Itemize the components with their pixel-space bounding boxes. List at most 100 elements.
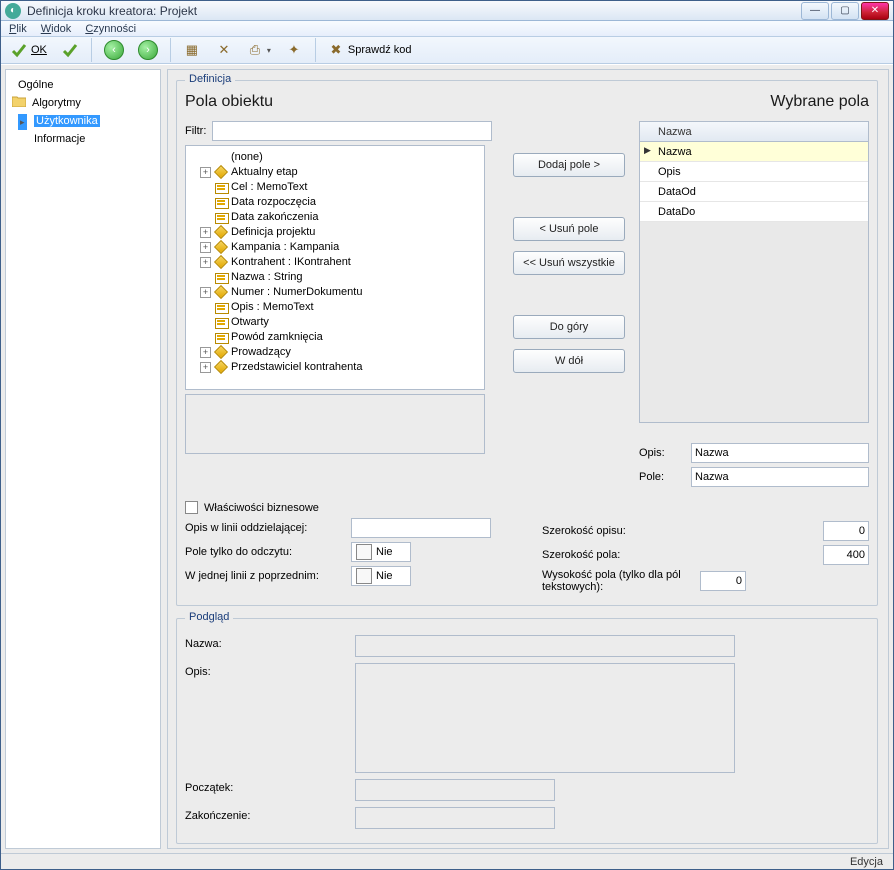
selected-row[interactable]: Opis <box>640 162 868 182</box>
definicja-fieldset: Definicja Pola obiektu Filtr: (none)+Akt… <box>176 80 878 606</box>
same-line-value: Nie <box>376 570 393 582</box>
menu-file[interactable]: Plik <box>9 23 27 35</box>
tree-node[interactable]: Opis : MemoText <box>188 300 482 315</box>
pole-input[interactable] <box>691 467 869 487</box>
nav-forward-button[interactable]: › <box>134 37 162 63</box>
diamond-icon <box>215 257 229 269</box>
diamond-icon <box>215 167 229 179</box>
status-mode: Edycja <box>850 856 883 868</box>
tree-node[interactable]: + Numer : NumerDokumentu <box>188 285 482 300</box>
selected-fields-table[interactable]: Nazwa NazwaOpisDataOdDataDo <box>639 121 869 423</box>
checkbox-icon <box>185 501 198 514</box>
tree-node[interactable]: +Kontrahent : IKontrahent <box>188 255 482 270</box>
blank-icon <box>215 152 229 164</box>
selected-header[interactable]: Nazwa <box>640 122 868 142</box>
opis-label: Opis: <box>639 447 683 459</box>
check-code-button[interactable]: ✖ Sprawdź kod <box>324 37 416 63</box>
pole-label: Pole: <box>639 471 683 483</box>
tree-node-label: Aktualny etap <box>231 165 298 180</box>
selected-row[interactable]: DataDo <box>640 202 868 222</box>
expand-icon[interactable]: + <box>200 167 211 178</box>
tree-node[interactable]: + Definicja projektu <box>188 225 482 240</box>
diamond-icon <box>215 362 229 374</box>
apply-button[interactable] <box>57 37 83 63</box>
tree-node[interactable]: Nazwa : String <box>188 270 482 285</box>
tree-node[interactable]: + Przedstawiciel kontrahenta <box>188 360 482 375</box>
ok-button[interactable]: OK <box>7 37 51 63</box>
print-button[interactable]: ⎙▾ <box>243 37 275 63</box>
move-down-button[interactable]: W dół <box>513 349 625 373</box>
diamond-icon <box>215 347 229 359</box>
selected-row[interactable]: Nazwa <box>640 142 868 162</box>
tree-node[interactable]: + Aktualny etap <box>188 165 482 180</box>
width-desc-input[interactable] <box>823 521 869 541</box>
tree-node[interactable]: +Kampania : Kampania <box>188 240 482 255</box>
preview-opis-box <box>355 663 735 773</box>
fields-tree[interactable]: (none) + Aktualny etapCel : MemoTextData r… <box>185 145 485 390</box>
app-window: ◐ Definicja kroku kreatora: Projekt — ▢ … <box>0 0 894 870</box>
menu-actions[interactable]: Czynności <box>85 23 136 35</box>
podglad-fieldset: Podgląd Nazwa: Opis: Początek: <box>176 618 878 844</box>
sidebar-item-ogolne[interactable]: Ogólne <box>10 76 156 94</box>
selected-row[interactable]: DataOd <box>640 182 868 202</box>
wrench-icon: ✕ <box>216 42 232 58</box>
expand-icon[interactable]: + <box>200 347 211 358</box>
wybrane-pola-title: Wybrane pola <box>639 93 869 111</box>
expand-icon[interactable]: + <box>200 257 211 268</box>
tool4-button[interactable]: ✦ <box>281 37 307 63</box>
filtr-input[interactable] <box>212 121 492 141</box>
opis-input[interactable] <box>691 443 869 463</box>
toolbar: OK ‹ › ▦ ✕ ⎙▾ ✦ ✖ Sprawdź kod <box>1 37 893 64</box>
tree-node-label: Nazwa : String <box>231 270 303 285</box>
width-field-input[interactable] <box>823 545 869 565</box>
expand-icon[interactable]: + <box>200 242 211 253</box>
menu-view[interactable]: Widok <box>41 23 72 35</box>
expand-icon[interactable]: + <box>200 227 211 238</box>
tree-node[interactable]: Data zakończenia <box>188 210 482 225</box>
tree-node-label: Definicja projektu <box>231 225 315 240</box>
tree-node[interactable]: Otwarty <box>188 315 482 330</box>
diamond-icon <box>215 287 229 299</box>
titlebar: ◐ Definicja kroku kreatora: Projekt — ▢ … <box>1 1 893 21</box>
move-up-button[interactable]: Do góry <box>513 315 625 339</box>
sparkle-icon: ✦ <box>286 42 302 58</box>
separator-desc-input[interactable] <box>351 518 491 538</box>
height-field-label: Wysokość pola (tylko dla pól tekstowych)… <box>542 569 692 593</box>
height-field-input[interactable] <box>700 571 746 591</box>
tree-node[interactable]: Powód zamknięcia <box>188 330 482 345</box>
expand-icon[interactable]: + <box>200 362 211 373</box>
podglad-legend: Podgląd <box>185 611 233 623</box>
arrow-left-icon: ‹ <box>104 40 124 60</box>
preview-poczatek-label: Początek: <box>185 779 355 794</box>
add-field-button[interactable]: Dodaj pole > <box>513 153 625 177</box>
arrow-right-icon: › <box>138 40 158 60</box>
sidebar-item-uzytkownika[interactable]: ▸ Użytkownika <box>10 112 156 130</box>
nav-back-button[interactable]: ‹ <box>100 37 128 63</box>
tool1-button[interactable]: ▦ <box>179 37 205 63</box>
tree-node-label: Numer : NumerDokumentu <box>231 285 362 300</box>
tree-node[interactable]: +Prowadzący <box>188 345 482 360</box>
readonly-switch[interactable]: Nie <box>351 542 411 562</box>
remove-all-button[interactable]: << Usuń wszystkie <box>513 251 625 275</box>
diamond-icon <box>215 227 229 239</box>
tool2-button[interactable]: ✕ <box>211 37 237 63</box>
sidebar-tree[interactable]: Ogólne Algorytmy ▸ Użytkownika Informacj… <box>5 69 161 849</box>
tree-node[interactable]: Cel : MemoText <box>188 180 482 195</box>
sidebar-item-algorytmy[interactable]: Algorytmy <box>10 94 156 112</box>
preview-zakonczenie-label: Zakończenie: <box>185 807 355 822</box>
sidebar-item-informacje[interactable]: Informacje <box>10 130 156 148</box>
remove-field-button[interactable]: < Usuń pole <box>513 217 625 241</box>
tree-node-label: Otwarty <box>231 315 269 330</box>
same-line-switch[interactable]: Nie <box>351 566 411 586</box>
preview-poczatek-box <box>355 779 555 801</box>
tree-node[interactable]: Data rozpoczęcia <box>188 195 482 210</box>
expand-icon[interactable]: + <box>200 287 211 298</box>
tree-node[interactable]: (none) <box>188 150 482 165</box>
close-button[interactable]: ✕ <box>861 2 889 20</box>
maximize-button[interactable]: ▢ <box>831 2 859 20</box>
readonly-value: Nie <box>376 546 393 558</box>
tree-node-label: Przedstawiciel kontrahenta <box>231 360 362 375</box>
business-props-checkbox[interactable]: Właściwości biznesowe <box>185 501 512 514</box>
minimize-button[interactable]: — <box>801 2 829 20</box>
preview-zakonczenie-box <box>355 807 555 829</box>
